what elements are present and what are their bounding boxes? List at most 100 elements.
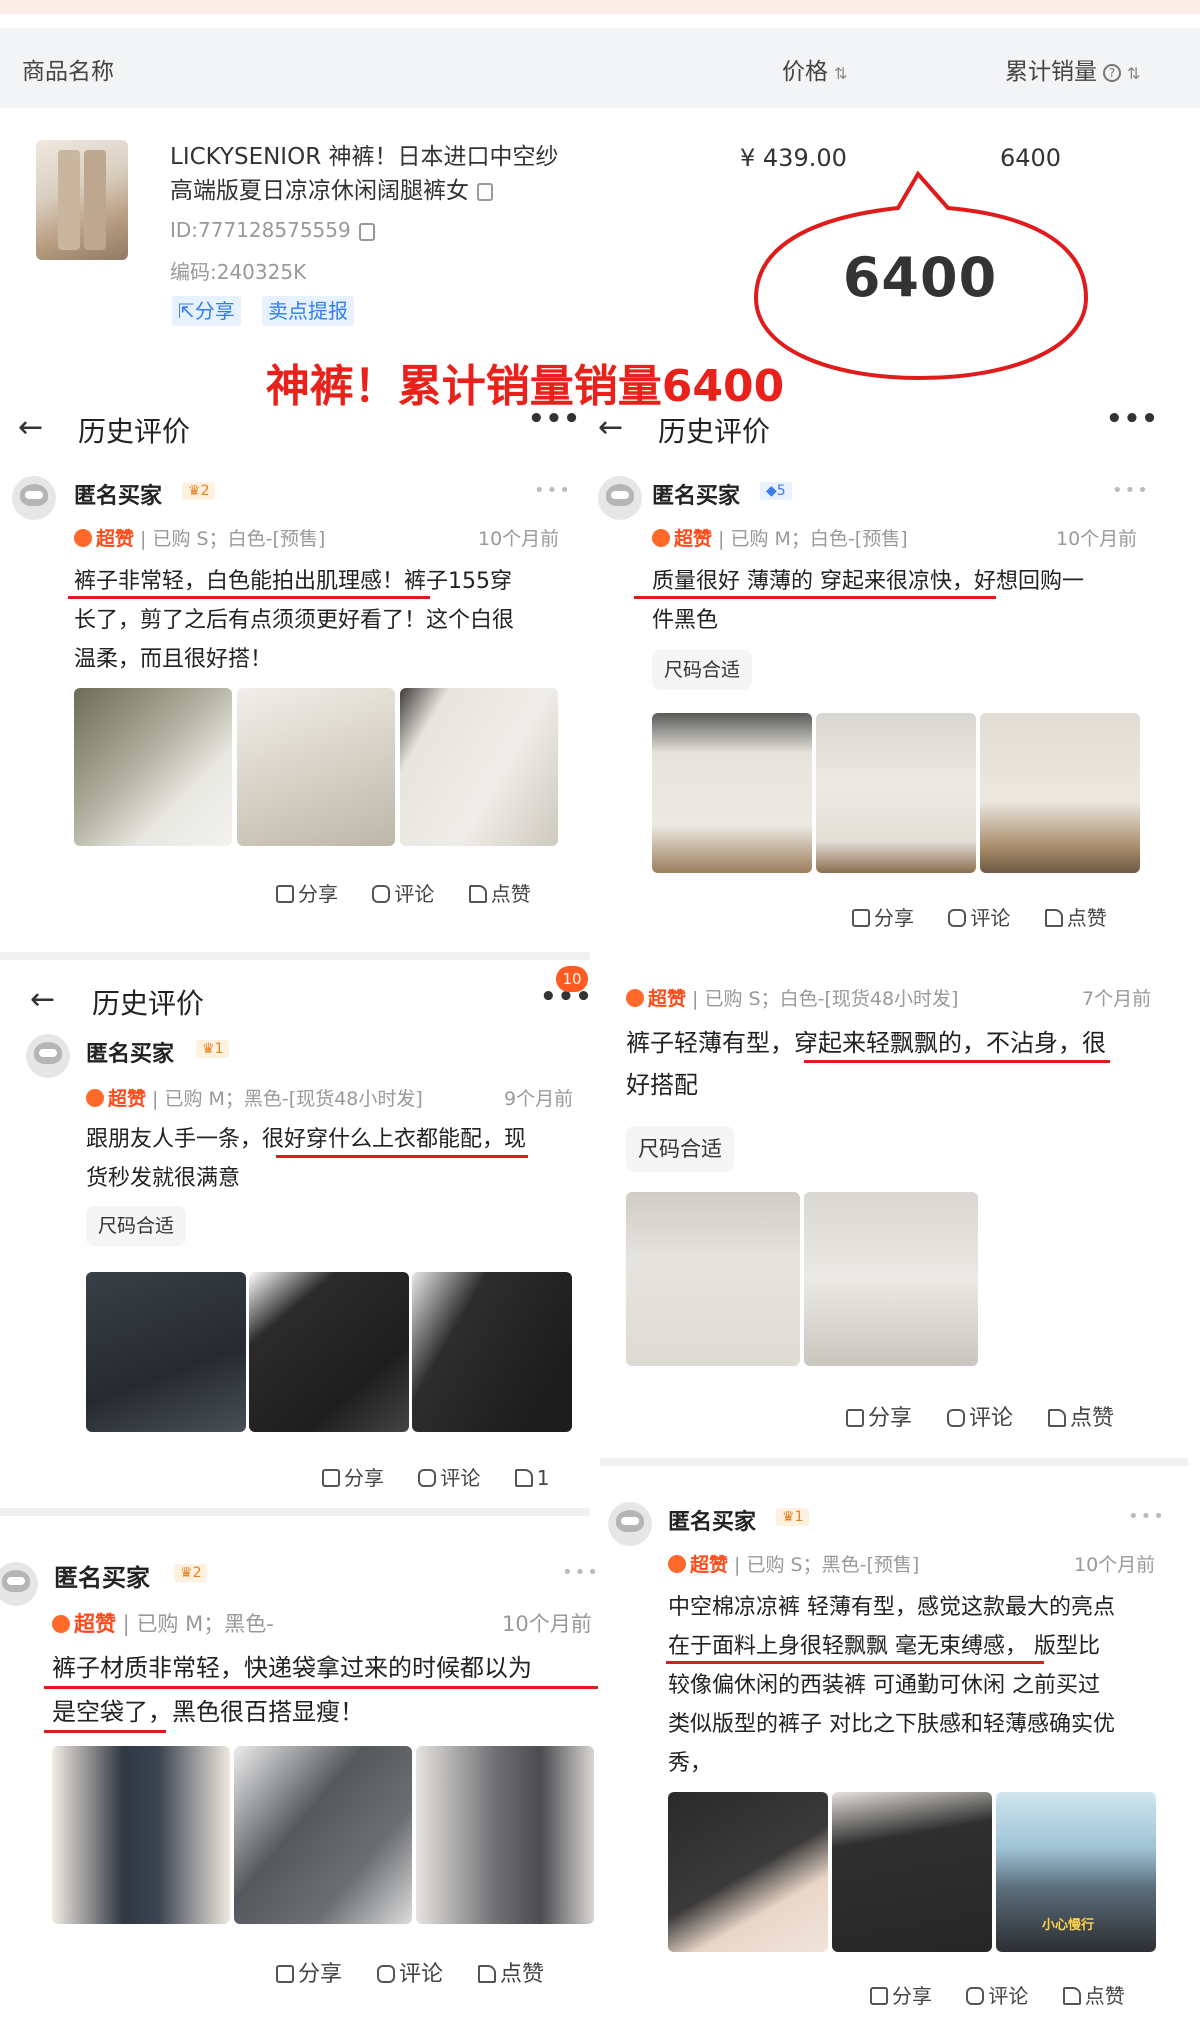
product-title[interactable]: LICKYSENIOR 神裤！日本进口中空纱 高端版夏日凉凉休闲阔腿裤女 — [170, 140, 610, 208]
review-actions: 分享 评论 点赞 — [852, 902, 1107, 930]
review-photo[interactable] — [237, 688, 395, 846]
zan-icon — [52, 1615, 70, 1633]
share-icon — [846, 1409, 864, 1427]
more-icon[interactable]: ••• — [528, 410, 581, 434]
review-photo[interactable] — [652, 713, 812, 873]
more-icon[interactable]: ••• — [534, 480, 572, 501]
share-icon: ⇱ — [178, 299, 195, 323]
review-photo[interactable] — [412, 1272, 572, 1432]
col-price[interactable]: 价格 ⇅ — [782, 52, 847, 86]
review-photo[interactable] — [980, 713, 1140, 873]
highlight-underline — [804, 1060, 1110, 1063]
like-button[interactable]: 点赞 — [1062, 1980, 1125, 2009]
share-button[interactable]: 分享 — [276, 878, 338, 907]
thumbs-up-icon — [1048, 1409, 1067, 1427]
like-button[interactable]: 点赞 — [1044, 902, 1107, 930]
review-actions: 分享 评论 点赞 — [276, 1956, 544, 1988]
more-icon[interactable]: ••• — [562, 1562, 598, 1583]
more-icon[interactable]: ••• — [1112, 480, 1150, 501]
review-photo[interactable] — [816, 713, 976, 873]
copy-icon[interactable] — [358, 222, 375, 241]
review-photo[interactable]: 小心慢行 — [996, 1792, 1156, 1952]
review-photo[interactable] — [626, 1192, 800, 1366]
review-actions: 分享 评论 1 — [322, 1462, 549, 1491]
comment-button[interactable]: 评论 — [948, 902, 1010, 930]
review-photo[interactable] — [832, 1792, 992, 1952]
product-thumbnail[interactable] — [36, 140, 128, 260]
share-button[interactable]: 分享 — [322, 1462, 384, 1491]
review-photo[interactable] — [86, 1272, 246, 1432]
avatar[interactable] — [608, 1502, 652, 1546]
share-button[interactable]: 分享 — [852, 902, 914, 930]
more-icon[interactable]: ••• — [1106, 410, 1159, 434]
highlight-underline — [44, 1686, 598, 1689]
review-photo[interactable] — [52, 1746, 230, 1924]
comment-button[interactable]: 评论 — [377, 1956, 443, 1988]
review-photo[interactable] — [416, 1746, 594, 1924]
user-name[interactable]: 匿名买家 — [668, 1504, 756, 1536]
review-photo[interactable] — [74, 688, 232, 846]
product-id: ID:777128575559 — [170, 218, 375, 242]
sort-icon[interactable]: ⇅ — [834, 64, 847, 83]
share-button[interactable]: 分享 — [846, 1400, 912, 1430]
user-level-badge: ♛2 — [182, 482, 216, 500]
comment-button[interactable]: 评论 — [418, 1462, 480, 1491]
avatar[interactable] — [598, 476, 642, 520]
panel-title: 历史评价 — [78, 415, 191, 448]
user-name[interactable]: 匿名买家 — [652, 478, 740, 510]
user-level-badge: ◆5 — [760, 482, 792, 500]
zan-icon — [626, 989, 644, 1007]
avatar[interactable] — [12, 476, 56, 520]
share-icon — [852, 909, 870, 927]
review-panel-3: ← 历史评价 ••• 10 匿名买家 ♛1 超赞 | 已购 M；黑色-[现货48… — [0, 962, 590, 1502]
share-chip[interactable]: ⇱分享 — [172, 296, 241, 326]
fit-tag[interactable]: 尺码合适 — [86, 1206, 187, 1246]
sell-point-chip[interactable]: 卖点提报 — [262, 296, 354, 326]
user-name[interactable]: 匿名买家 — [54, 1558, 150, 1593]
highlight-underline — [634, 596, 996, 599]
like-button[interactable]: 1 — [514, 1466, 549, 1490]
like-button[interactable]: 点赞 — [478, 1956, 544, 1988]
user-name[interactable]: 匿名买家 — [74, 478, 162, 510]
sort-icon[interactable]: ⇅ — [1127, 64, 1140, 83]
review-photo[interactable] — [234, 1746, 412, 1924]
review-text: 跟朋友人手一条，很好穿什么上衣都能配，现 货秒发就很满意 — [86, 1127, 527, 1191]
avatar[interactable] — [26, 1034, 70, 1078]
comment-icon — [418, 1469, 437, 1487]
back-arrow-icon[interactable]: ← — [30, 982, 55, 1017]
review-photo[interactable] — [249, 1272, 409, 1432]
col-sales[interactable]: 累计销量? ⇅ — [1005, 52, 1140, 86]
divider — [600, 1458, 1188, 1466]
review-time: 9个月前 — [504, 1088, 574, 1110]
fit-tag[interactable]: 尺码合适 — [626, 1126, 734, 1172]
product-title-line2: 高端版夏日凉凉休闲阔腿裤女 — [170, 178, 469, 204]
review-text: 中空棉凉凉裤 轻薄有型，感觉这款最大的亮点 在于面料上身很轻飘飘 毫无束缚感， 版… — [668, 1595, 1115, 1776]
back-arrow-icon[interactable]: ← — [598, 410, 623, 445]
divider — [0, 952, 590, 960]
review-panel-1: ← 历史评价 ••• 匿名买家 ♛2 ••• 超赞 | 已购 S；白色-[预售]… — [0, 410, 590, 925]
review-text: 质量很好 薄薄的 穿起来很凉快，好想回购一 件黑色 — [652, 569, 1084, 633]
comment-button[interactable]: 评论 — [372, 878, 434, 907]
avatar[interactable] — [0, 1562, 38, 1606]
zan-icon — [668, 1555, 686, 1573]
comment-button[interactable]: 评论 — [947, 1400, 1013, 1430]
copy-icon[interactable] — [477, 182, 493, 201]
like-button[interactable]: 点赞 — [1048, 1400, 1114, 1430]
review-photo[interactable] — [400, 688, 558, 846]
callout-value: 6400 — [842, 246, 998, 309]
highlight-underline — [68, 596, 430, 599]
user-name[interactable]: 匿名买家 — [86, 1036, 174, 1068]
review-time: 10个月前 — [478, 528, 560, 550]
review-panel-2: ← 历史评价 ••• 匿名买家 ◆5 ••• 超赞 | 已购 M；白色-[预售]… — [598, 410, 1170, 930]
comment-button[interactable]: 评论 — [966, 1980, 1028, 2009]
fit-tag[interactable]: 尺码合适 — [652, 650, 753, 690]
share-button[interactable]: 分享 — [276, 1956, 342, 1988]
help-icon[interactable]: ? — [1103, 63, 1121, 82]
more-icon[interactable]: ••• — [1128, 1506, 1166, 1527]
review-time: 10个月前 — [502, 1612, 592, 1636]
review-photo[interactable] — [804, 1192, 978, 1366]
like-button[interactable]: 点赞 — [468, 878, 531, 907]
review-photo[interactable] — [668, 1792, 828, 1952]
back-arrow-icon[interactable]: ← — [18, 410, 43, 445]
share-button[interactable]: 分享 — [870, 1980, 932, 2009]
